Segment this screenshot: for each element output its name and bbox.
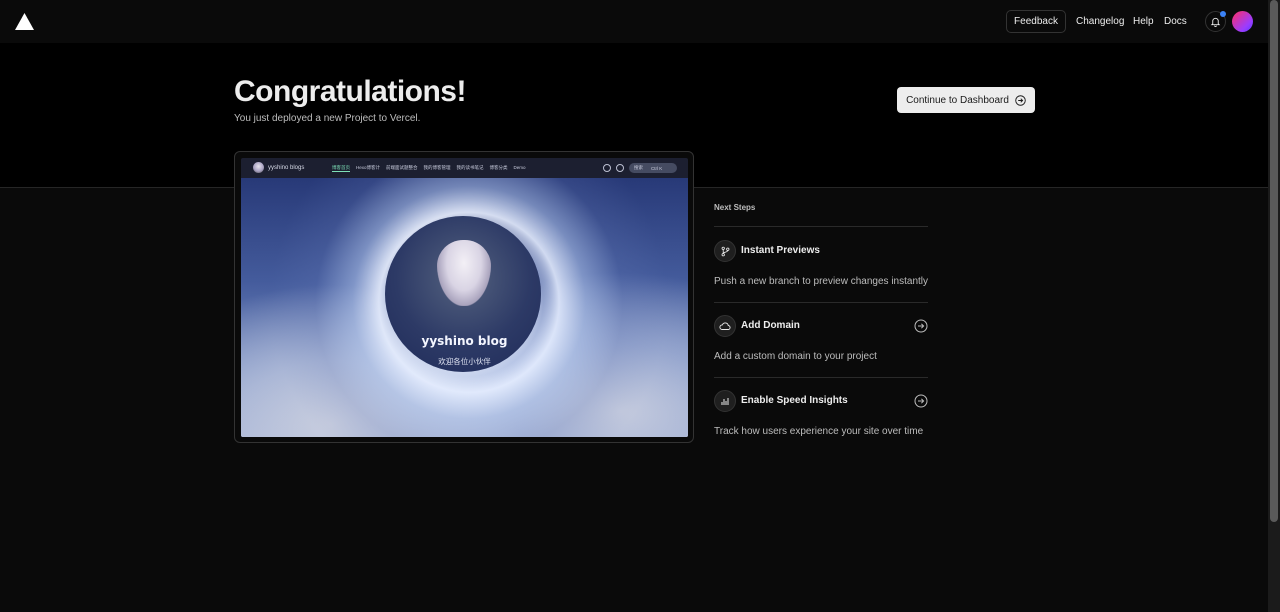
- divider: [714, 226, 928, 227]
- deployment-preview[interactable]: yyshino blogs 博客首页 Hexo博客计 前端面试题整合 我的博客管…: [234, 151, 694, 443]
- bar-chart-icon: [714, 390, 736, 412]
- preview-hero-subtitle: 欢迎各位小伙伴: [438, 357, 491, 366]
- step-title-instant-previews: Instant Previews: [741, 245, 820, 256]
- preview-site-nav: yyshino blogs 博客首页 Hexo博客计 前端面试题整合 我的博客管…: [241, 158, 688, 178]
- git-branch-icon: [714, 240, 736, 262]
- docs-link[interactable]: Docs: [1164, 16, 1187, 27]
- divider: [714, 377, 928, 378]
- preview-site-menu: 博客首页 Hexo博客计 前端面试题整合 我的博客管理 我的读书笔记 博客分类 …: [332, 165, 526, 172]
- top-nav: Feedback Changelog Help Docs: [0, 0, 1268, 43]
- notification-badge: [1220, 11, 1226, 17]
- preview-menu-item: 博客首页: [332, 165, 350, 172]
- preview-character-illustration: [437, 240, 491, 306]
- changelog-link[interactable]: Changelog: [1076, 16, 1124, 27]
- preview-search-label: 搜索: [634, 165, 643, 170]
- step-description: Add a custom domain to your project: [714, 351, 877, 362]
- preview-site-icons: 搜索 Ctrl K: [603, 163, 677, 173]
- preview-menu-item: Demo: [513, 165, 526, 170]
- preview-menu-item: 前端面试题整合: [386, 165, 418, 170]
- feedback-button[interactable]: Feedback: [1006, 10, 1066, 33]
- continue-to-dashboard-button[interactable]: Continue to Dashboard: [897, 87, 1035, 113]
- github-icon: [603, 164, 611, 172]
- page-subtitle: You just deployed a new Project to Verce…: [234, 113, 421, 124]
- help-link[interactable]: Help: [1133, 16, 1154, 27]
- avatar[interactable]: [1232, 11, 1253, 32]
- arrow-right-circle-icon[interactable]: [914, 319, 928, 333]
- scrollbar-thumb[interactable]: [1270, 0, 1278, 522]
- preview-search: 搜索 Ctrl K: [629, 163, 677, 173]
- step-description: Track how users experience your site ove…: [714, 426, 924, 437]
- preview-menu-item: 我的博客管理: [423, 165, 451, 170]
- preview-menu-item: 我的读书笔记: [456, 165, 484, 170]
- preview-hero-title: yyshino blog: [421, 334, 508, 348]
- preview-search-shortcut: Ctrl K: [651, 165, 663, 171]
- page-title: Congratulations!: [234, 75, 467, 108]
- preview-menu-item: 博客分类: [489, 165, 508, 170]
- vercel-logo-icon[interactable]: [15, 13, 34, 30]
- step-description: Push a new branch to preview changes ins…: [714, 276, 929, 287]
- next-steps-heading: Next Steps: [714, 203, 756, 212]
- arrow-right-circle-icon[interactable]: [914, 394, 928, 408]
- add-domain-link[interactable]: Add Domain: [741, 320, 800, 331]
- preview-screenshot: yyshino blogs 博客首页 Hexo博客计 前端面试题整合 我的博客管…: [241, 158, 688, 437]
- preview-site-avatar: [253, 162, 264, 173]
- cloud-icon: [714, 315, 736, 337]
- theme-toggle-icon: [616, 164, 624, 172]
- enable-speed-insights-link[interactable]: Enable Speed Insights: [741, 395, 848, 406]
- arrow-right-circle-icon: [1015, 94, 1026, 106]
- preview-menu-item: Hexo博客计: [356, 165, 381, 170]
- preview-site-brand: yyshino blogs: [253, 162, 304, 173]
- bell-icon: [1210, 17, 1221, 27]
- divider: [714, 302, 928, 303]
- continue-label: Continue to Dashboard: [906, 94, 1009, 106]
- preview-site-name: yyshino blogs: [268, 164, 305, 171]
